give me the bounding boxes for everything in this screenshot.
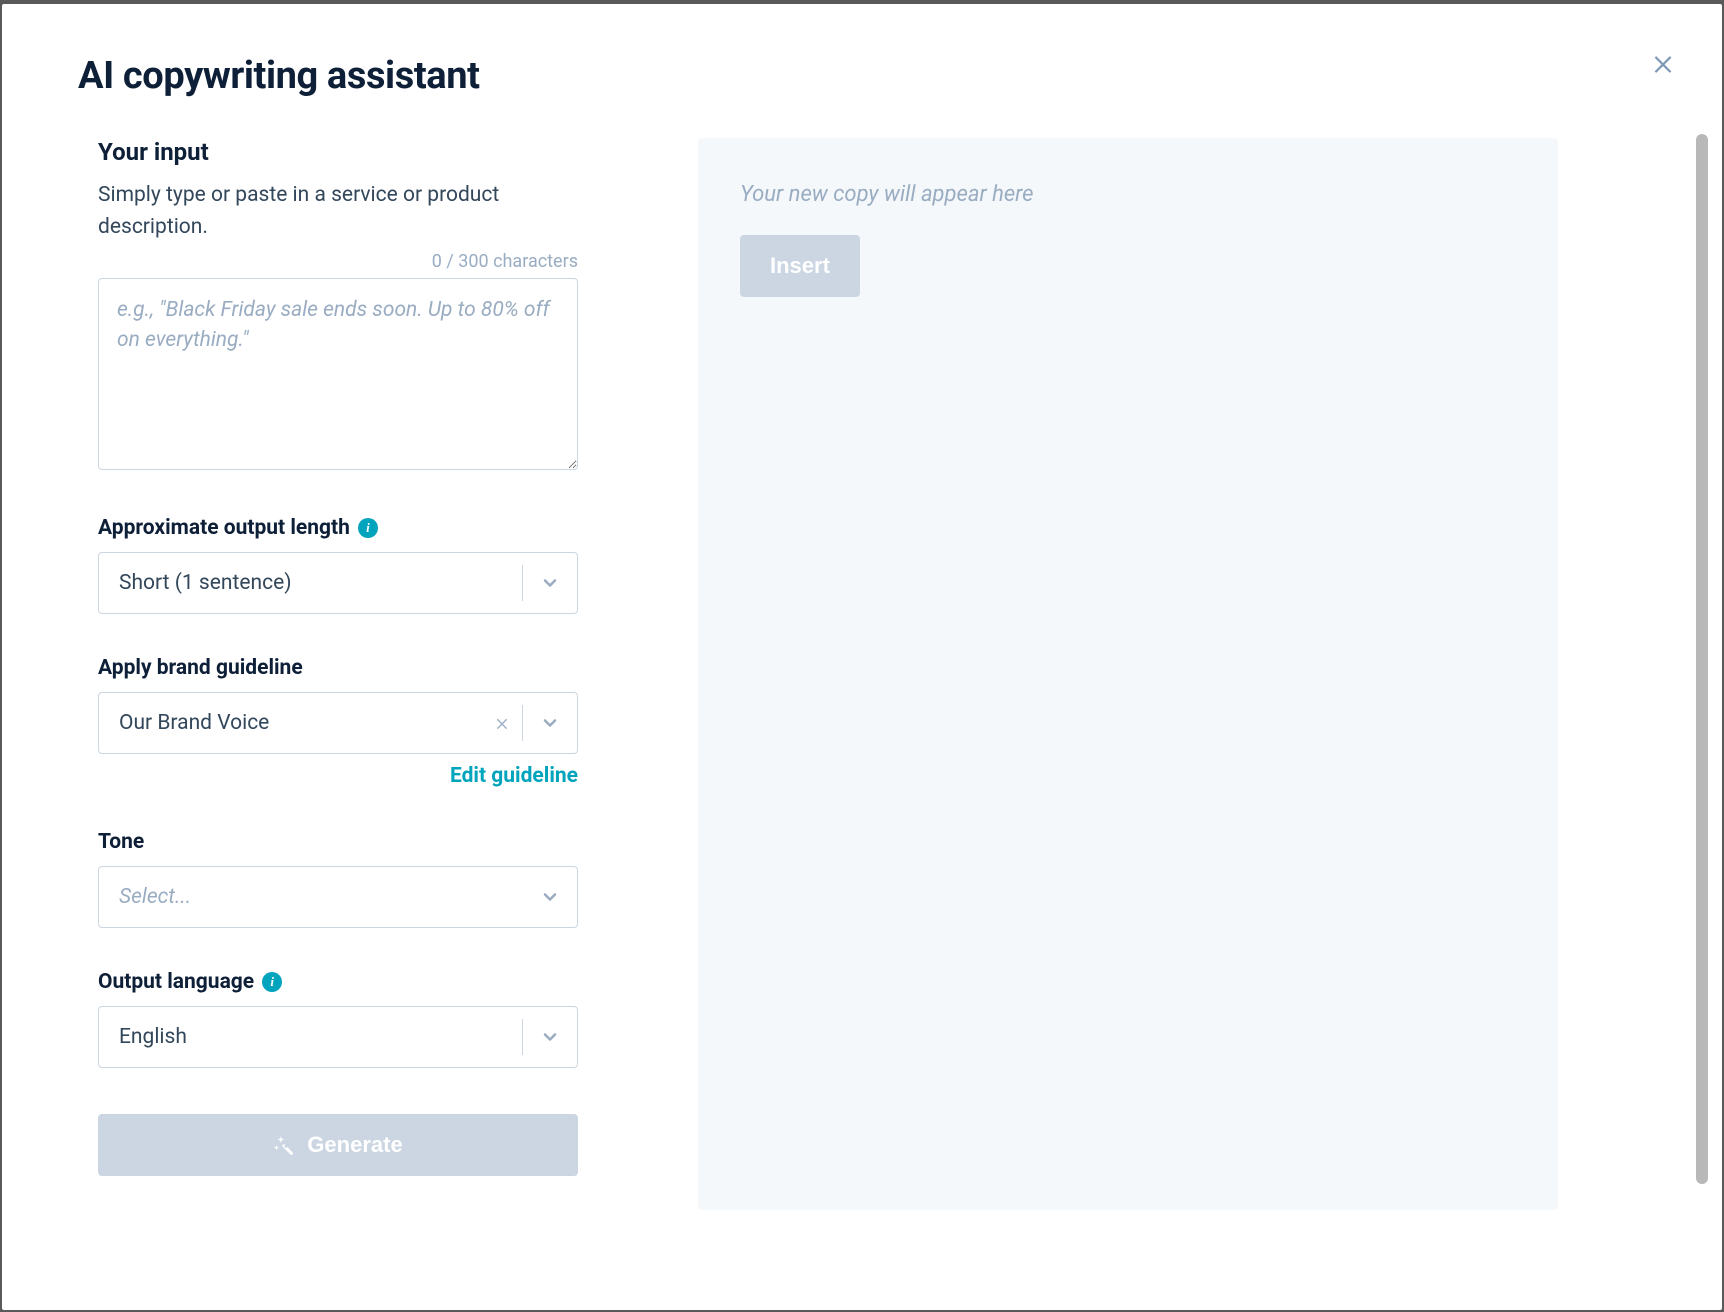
- brand-guideline-label-text: Apply brand guideline: [98, 656, 303, 680]
- field-output-language: Output language i English: [98, 970, 578, 1068]
- tone-label: Tone: [98, 830, 578, 854]
- chevron-down-icon: [523, 693, 577, 753]
- output-language-select[interactable]: English: [98, 1006, 578, 1068]
- description-textarea[interactable]: [98, 278, 578, 470]
- field-brand-guideline: Apply brand guideline Our Brand Voice Ed…: [98, 656, 578, 788]
- scrollbar-thumb[interactable]: [1696, 134, 1708, 1184]
- chevron-down-icon: [523, 553, 577, 613]
- close-button[interactable]: [1646, 46, 1680, 80]
- insert-button-label: Insert: [770, 253, 830, 278]
- modal-title: AI copywriting assistant: [78, 54, 1646, 98]
- modal-header: AI copywriting assistant: [2, 4, 1722, 98]
- close-icon: [494, 715, 510, 731]
- brand-guideline-select[interactable]: Our Brand Voice: [98, 692, 578, 754]
- modal-body: Your input Simply type or paste in a ser…: [2, 98, 1722, 1250]
- input-section-title: Your input: [98, 138, 578, 166]
- output-language-value: English: [99, 1007, 522, 1067]
- insert-button[interactable]: Insert: [740, 235, 860, 297]
- generate-button-label: Generate: [307, 1132, 402, 1158]
- brand-guideline-label: Apply brand guideline: [98, 656, 578, 680]
- char-counter: 0 / 300 characters: [98, 251, 578, 272]
- output-language-label-text: Output language: [98, 970, 254, 994]
- output-length-select[interactable]: Short (1 sentence): [98, 552, 578, 614]
- tone-select[interactable]: Select...: [98, 866, 578, 928]
- output-length-label: Approximate output length i: [98, 516, 578, 540]
- field-output-length: Approximate output length i Short (1 sen…: [98, 516, 578, 614]
- field-tone: Tone Select...: [98, 830, 578, 928]
- info-icon[interactable]: i: [358, 518, 378, 538]
- tone-label-text: Tone: [98, 830, 144, 854]
- edit-guideline-link[interactable]: Edit guideline: [450, 764, 578, 788]
- close-icon: [1650, 50, 1676, 76]
- output-language-label: Output language i: [98, 970, 578, 994]
- output-length-label-text: Approximate output length: [98, 516, 350, 540]
- clear-brand-button[interactable]: [482, 693, 522, 753]
- chevron-down-icon: [523, 867, 577, 927]
- output-panel: Your new copy will appear here Insert: [698, 138, 1558, 1210]
- magic-wand-icon: [273, 1134, 295, 1156]
- generate-button[interactable]: Generate: [98, 1114, 578, 1176]
- output-length-value: Short (1 sentence): [99, 553, 522, 613]
- ai-copywriting-modal: AI copywriting assistant Your input Simp…: [2, 4, 1722, 1310]
- output-placeholder-text: Your new copy will appear here: [740, 182, 1516, 207]
- brand-guideline-value: Our Brand Voice: [99, 693, 482, 753]
- tone-placeholder: Select...: [99, 867, 523, 927]
- input-helper-text: Simply type or paste in a service or pro…: [98, 180, 558, 243]
- info-icon[interactable]: i: [262, 972, 282, 992]
- input-panel: Your input Simply type or paste in a ser…: [98, 138, 578, 1176]
- chevron-down-icon: [523, 1007, 577, 1067]
